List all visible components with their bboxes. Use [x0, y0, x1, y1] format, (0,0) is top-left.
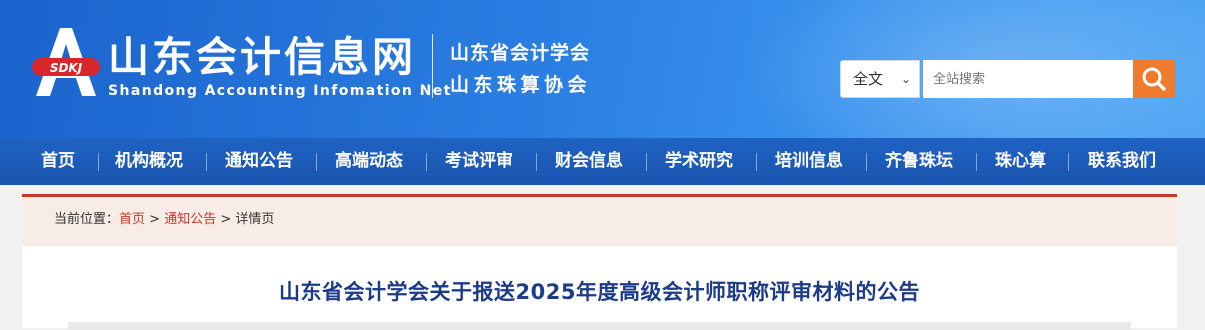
search-button[interactable] — [1133, 60, 1175, 98]
site-header: SDKJ 山东会计信息网 Shandong Accounting Infomat… — [0, 0, 1205, 138]
search-icon — [1142, 67, 1166, 91]
nav-separator — [646, 153, 647, 171]
logo-badge-text: SDKJ — [50, 61, 83, 75]
org-name-abacus-association: 山东珠算协会 — [450, 74, 592, 96]
article-meta-bar — [68, 322, 1131, 330]
site-logo[interactable]: SDKJ — [30, 26, 102, 98]
org-name-accounting-society: 山东省会计学会 — [450, 42, 591, 64]
nav-item-news[interactable]: 高端动态 — [335, 138, 403, 185]
nav-item-exams[interactable]: 考试评审 — [445, 138, 513, 185]
nav-item-home[interactable]: 首页 — [41, 138, 75, 185]
breadcrumb-section-link[interactable]: 通知公告 — [164, 212, 216, 227]
nav-separator — [316, 153, 317, 171]
breadcrumb: 当前位置：首页 > 通知公告 > 详情页 — [22, 194, 1177, 246]
nav-separator — [536, 153, 537, 171]
article-container: 山东省会计学会关于报送2025年度高级会计师职称评审材料的公告 — [22, 246, 1177, 330]
nav-separator — [426, 153, 427, 171]
nav-item-about[interactable]: 机构概况 — [115, 138, 183, 185]
nav-item-notices[interactable]: 通知公告 — [225, 138, 293, 185]
nav-item-research[interactable]: 学术研究 — [665, 138, 733, 185]
nav-separator — [1068, 153, 1069, 171]
search-bar: 全文 ⌄ — [840, 60, 1175, 98]
nav-item-abacus-forum[interactable]: 齐鲁珠坛 — [885, 138, 953, 185]
search-scope-select[interactable]: 全文 ⌄ — [840, 60, 920, 98]
nav-separator — [206, 153, 207, 171]
nav-separator — [756, 153, 757, 171]
breadcrumb-separator: > — [149, 212, 161, 227]
search-input[interactable] — [923, 60, 1133, 98]
breadcrumb-separator: > — [220, 212, 232, 227]
article-title: 山东省会计学会关于报送2025年度高级会计师职称评审材料的公告 — [279, 280, 920, 304]
header-divider — [432, 34, 433, 98]
site-subtitle: Shandong Accounting Infomation Net — [108, 83, 452, 99]
site-title[interactable]: 山东会计信息网 — [108, 34, 416, 80]
nav-item-finance-info[interactable]: 财会信息 — [555, 138, 623, 185]
main-nav: 首页 机构概况 通知公告 高端动态 考试评审 财会信息 学术研究 培训信息 齐鲁… — [0, 138, 1205, 185]
chevron-down-icon: ⌄ — [900, 72, 911, 86]
nav-item-mental-abacus[interactable]: 珠心算 — [995, 138, 1046, 185]
nav-separator — [98, 153, 99, 171]
nav-item-training[interactable]: 培训信息 — [775, 138, 843, 185]
nav-item-contact[interactable]: 联系我们 — [1088, 138, 1156, 185]
nav-separator — [866, 153, 867, 171]
breadcrumb-current: 详情页 — [235, 212, 275, 227]
search-scope-value: 全文 — [853, 70, 884, 88]
breadcrumb-home-link[interactable]: 首页 — [119, 212, 145, 227]
nav-separator — [976, 153, 977, 171]
breadcrumb-label: 当前位置： — [54, 212, 120, 227]
